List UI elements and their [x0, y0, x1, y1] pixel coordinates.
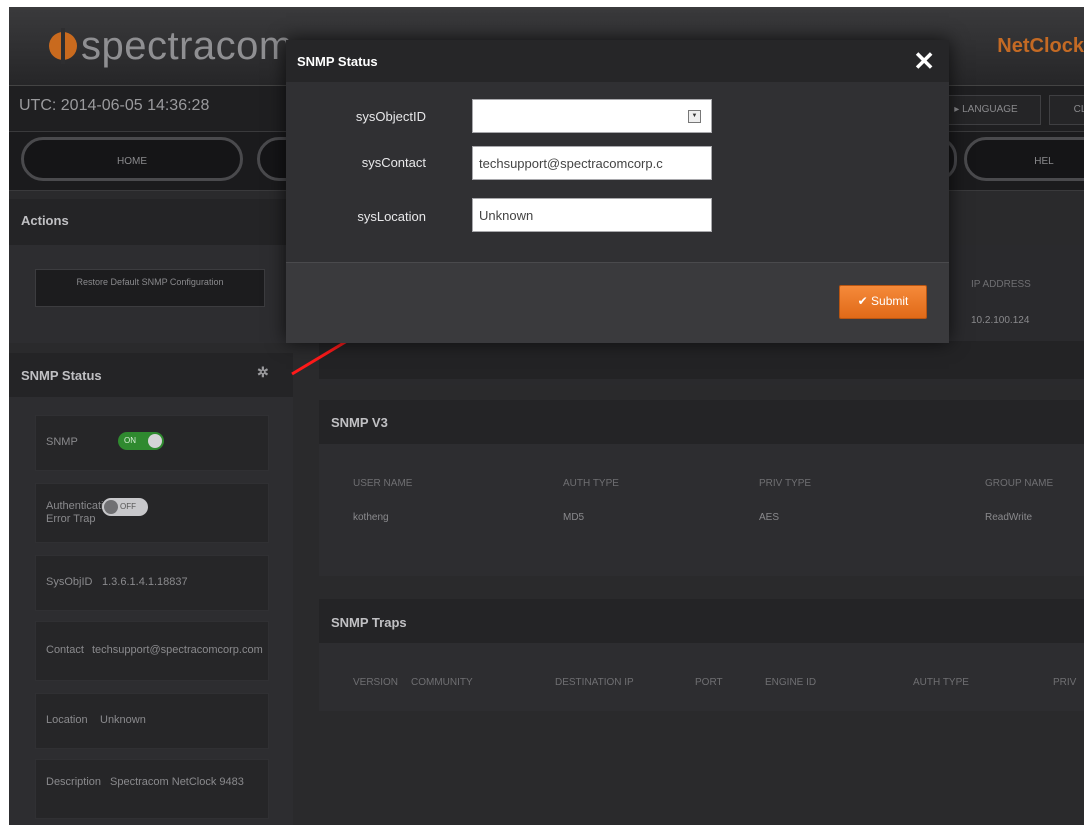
modal-title: SNMP Status	[297, 54, 378, 69]
close-icon[interactable]: ✕	[913, 46, 935, 77]
app-window: spectracom NetClock UTC: 2014-06-05 14:3…	[9, 7, 1084, 825]
chevron-down-icon[interactable]: ▼	[688, 110, 701, 123]
syslocation-label: sysLocation	[357, 209, 426, 224]
sysobjectid-select[interactable]: ▼	[472, 99, 712, 133]
syscontact-label: sysContact	[361, 155, 426, 170]
snmp-status-modal: SNMP Status ✕ sysObjectID ▼ sysContact s…	[286, 40, 949, 343]
submit-button[interactable]: ✔ Submit	[839, 285, 927, 319]
sysobjectid-label: sysObjectID	[355, 109, 426, 124]
modal-header: SNMP Status ✕	[286, 40, 949, 82]
syslocation-input[interactable]	[472, 198, 712, 232]
syscontact-input[interactable]	[472, 146, 712, 180]
